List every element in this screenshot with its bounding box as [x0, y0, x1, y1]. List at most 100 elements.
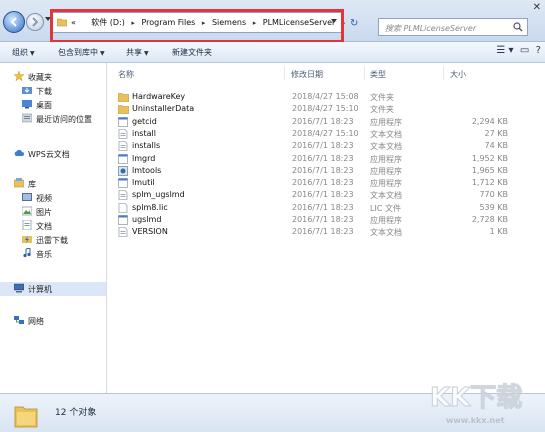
file-name: getcid — [132, 116, 157, 126]
new-folder-button[interactable]: 新建文件夹 — [172, 47, 212, 58]
item-count: 12 个对象 — [55, 408, 97, 418]
nav-network[interactable]: 网络 — [0, 314, 106, 328]
file-modified-date: 2016/7/1 18:23 — [292, 153, 354, 163]
breadcrumb-siemens[interactable]: Siemens — [212, 18, 246, 27]
recent-places-icon — [22, 113, 32, 123]
column-header-date[interactable]: 修改日期 — [291, 69, 323, 80]
chevron-down-icon: ▼ — [30, 50, 35, 57]
forward-button[interactable] — [26, 13, 44, 31]
back-button[interactable] — [3, 11, 25, 33]
column-divider[interactable] — [284, 66, 285, 80]
column-divider[interactable] — [364, 66, 365, 80]
file-type: 文本文档 — [370, 191, 402, 201]
text-file-icon — [118, 190, 128, 202]
chevron-right-icon[interactable]: ▸ — [131, 19, 135, 27]
file-type: 应用程序 — [370, 179, 402, 189]
file-modified-date: 2016/7/1 18:23 — [292, 141, 354, 151]
breadcrumb-program-files[interactable]: Program Files — [141, 18, 195, 27]
video-icon — [22, 193, 32, 201]
file-name: lmgrd — [132, 153, 156, 163]
column-header-type[interactable]: 类型 — [370, 69, 386, 80]
search-icon[interactable] — [513, 22, 523, 32]
nav-libraries[interactable]: 库 — [0, 177, 106, 191]
nav-videos[interactable]: 视频 — [0, 191, 106, 205]
file-modified-date: 2016/7/1 18:23 — [292, 116, 354, 126]
refresh-button[interactable]: ↻ — [350, 18, 358, 29]
file-name: install — [132, 128, 156, 138]
nav-wps-cloud[interactable]: WPS云文档 — [0, 147, 106, 161]
organize-menu[interactable]: 组织 ▼ — [12, 47, 35, 58]
breadcrumb: « 软件 (D:) ▸ Program Files ▸ Siemens ▸ PL… — [71, 17, 349, 28]
include-in-library-menu[interactable]: 包含到库中 ▼ — [58, 47, 105, 58]
address-history-chevron-icon[interactable] — [331, 19, 337, 24]
address-field[interactable]: « 软件 (D:) ▸ Program Files ▸ Siemens ▸ PL… — [52, 12, 345, 33]
star-icon — [14, 71, 24, 81]
file-modified-date: 2016/7/1 18:23 — [292, 202, 354, 212]
lmtools-icon — [118, 165, 128, 178]
arrow-left-icon — [10, 17, 17, 27]
breadcrumb-overflow[interactable]: « — [71, 18, 76, 27]
file-modified-date: 2016/7/1 18:23 — [292, 227, 354, 237]
file-row[interactable]: VERSION 2016/7/1 18:23 文本文档 1 KB — [114, 226, 514, 238]
column-header-size[interactable]: 大小 — [450, 69, 466, 80]
address-bar-row: « 软件 (D:) ▸ Program Files ▸ Siemens ▸ PL… — [0, 0, 545, 43]
nav-pictures[interactable]: 图片 — [0, 205, 106, 219]
file-name: splm_ugslmd — [132, 190, 185, 200]
file-row[interactable]: lmgrd 2016/7/1 18:23 应用程序 1,952 KB — [114, 153, 514, 165]
file-modified-date: 2016/7/1 18:23 — [292, 165, 354, 175]
breadcrumb-drive[interactable]: 软件 (D:) — [91, 18, 125, 27]
file-modified-date: 2016/7/1 18:23 — [292, 190, 354, 200]
svg-text:KK下载: KK下载 — [430, 383, 522, 413]
chevron-right-icon[interactable]: ▸ — [202, 19, 206, 27]
folder-icon — [117, 104, 130, 116]
file-row[interactable]: getcid 2016/7/1 18:23 应用程序 2,294 KB — [114, 116, 514, 128]
chevron-right-icon[interactable]: ▸ — [342, 19, 346, 27]
exe-icon — [118, 116, 128, 129]
file-row[interactable]: UninstallerData 2018/4/27 15:10 文件夹 — [114, 103, 514, 115]
recent-pages-chevron-icon[interactable] — [45, 17, 51, 22]
file-row[interactable]: install 2018/4/27 15:10 文本文档 27 KB — [114, 128, 514, 140]
file-modified-date: 2016/7/1 18:23 — [292, 178, 354, 188]
watermark-logo: KK下载 — [430, 382, 523, 413]
file-list: 名称 修改日期 类型 大小 HardwareKey 2018/4/27 15:08… — [108, 63, 545, 393]
file-name: lmtools — [132, 165, 162, 175]
file-name: ugslmd — [132, 215, 162, 224]
breadcrumb-plmlicenseserver[interactable]: PLMLicenseServer — [263, 18, 336, 27]
file-size: 1,952 KB — [471, 153, 508, 163]
file-row[interactable]: HardwareKey 2018/4/27 15:08 文件夹 — [114, 91, 514, 103]
column-header-name[interactable]: 名称 — [118, 69, 134, 80]
nav-favorites[interactable]: 收藏夹 — [0, 70, 106, 84]
file-row[interactable]: ugslmd 2016/7/1 18:23 应用程序 2,728 KB — [114, 214, 514, 226]
nav-recent-places[interactable]: 最近访问的位置 — [0, 112, 106, 126]
close-window-icon[interactable]: ✕ — [533, 2, 541, 13]
file-row[interactable]: lmtools 2016/7/1 18:23 应用程序 1,965 KB — [114, 165, 514, 177]
nav-desktop[interactable]: 桌面 — [0, 98, 106, 112]
nav-computer[interactable]: 计算机 — [0, 282, 106, 296]
nav-thunder-downloads[interactable]: 迅雷下载 — [0, 233, 106, 247]
documents-icon — [22, 220, 32, 230]
file-type: LIC 文件 — [370, 203, 401, 213]
desktop-icon — [22, 100, 32, 109]
file-row[interactable]: lmutil 2016/7/1 18:23 应用程序 1,712 KB — [114, 177, 514, 189]
file-row[interactable]: splm8.lic 2016/7/1 18:23 LIC 文件 539 KB — [114, 202, 514, 214]
share-menu[interactable]: 共享 ▼ — [126, 47, 149, 58]
view-options-icon[interactable]: ☰ ▾ ▭ ? — [496, 45, 541, 56]
file-modified-date: 2018/4/27 15:08 — [292, 92, 359, 101]
pictures-icon — [22, 206, 32, 216]
folder-icon — [117, 92, 130, 104]
cloud-icon — [14, 149, 24, 156]
column-divider[interactable] — [443, 66, 444, 80]
chevron-down-icon: ▼ — [144, 50, 149, 57]
file-type: 文件夹 — [370, 93, 394, 102]
nav-music[interactable]: 音乐 — [0, 247, 106, 261]
file-name: VERSION — [132, 227, 168, 237]
search-input[interactable]: 搜索 PLMLicenseServer — [378, 18, 528, 36]
folder-icon — [14, 406, 38, 428]
file-row[interactable]: splm_ugslmd 2016/7/1 18:23 文本文档 770 KB — [114, 189, 514, 201]
nav-documents[interactable]: 文档 — [0, 219, 106, 233]
file-row[interactable]: installs 2016/7/1 18:23 文本文档 74 KB — [114, 140, 514, 152]
nav-downloads[interactable]: 下载 — [0, 84, 106, 98]
file-modified-date: 2018/4/27 15:10 — [292, 128, 359, 138]
chevron-right-icon[interactable]: ▸ — [253, 19, 257, 27]
download-folder-icon — [22, 87, 32, 94]
